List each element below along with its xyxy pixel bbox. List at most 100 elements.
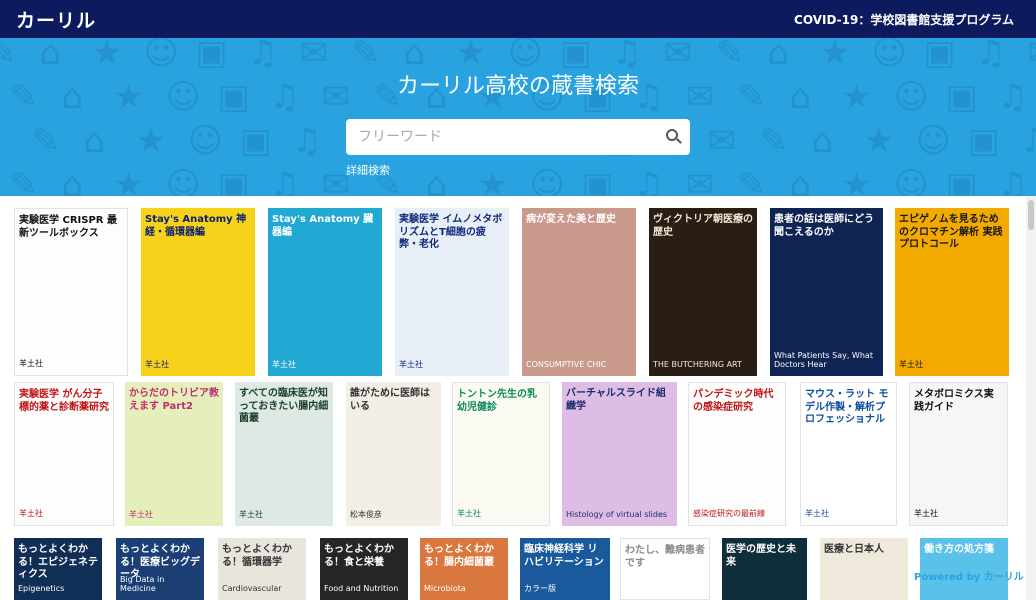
book-subtitle: 羊土社	[457, 509, 481, 519]
book-cover[interactable]: もっとよくわかる！腸内細菌叢 Microbiota	[420, 538, 508, 600]
book-title: 実験医学 がん分子標的薬と診断薬研究	[19, 389, 109, 413]
decorative-pattern-icon: ☺	[915, 121, 951, 161]
book-title: Stay's Anatomy 臓器編	[272, 214, 374, 238]
decorative-pattern-icon: ♫	[1019, 121, 1036, 161]
book-subtitle: THE BUTCHERING ART	[653, 360, 742, 370]
book-title: 働き方の処方箋	[924, 544, 994, 555]
book-cover[interactable]: バーチャルスライド組織学 Histology of virtual slides	[562, 382, 677, 526]
book-subtitle: What Patients Say, What Doctors Hear	[774, 350, 873, 370]
book-cover[interactable]: 臨床神経科学 リハビリテーション カラー版	[520, 538, 610, 600]
search-icon[interactable]	[666, 129, 678, 141]
book-title: すべての臨床医が知っておきたい腸内細菌叢	[239, 388, 329, 424]
decorative-pattern-icon: ☺	[893, 165, 929, 196]
book-subtitle: Food and Nutrition	[324, 584, 399, 594]
decorative-pattern-icon: ▣	[217, 165, 250, 196]
book-title: わたし、難病患者です	[625, 545, 705, 569]
book-cover[interactable]: もっとよくわかる！医療ビッグデータ Big Data in Medicine	[116, 538, 204, 600]
covid-program-link[interactable]: COVID-19：学校図書館支援プログラム	[794, 11, 1014, 28]
book-cover[interactable]: メタボロミクス実践ガイド 羊土社	[909, 382, 1008, 526]
book-cover[interactable]: トントン先生の乳幼児健診羊土社	[452, 382, 550, 526]
advanced-search-link[interactable]: 詳細検索	[346, 162, 390, 178]
book-cover[interactable]: 実験医学 がん分子標的薬と診断薬研究羊土社	[14, 382, 114, 526]
page-title: カーリル高校の蔵書検索	[396, 74, 639, 99]
search-box[interactable]	[346, 119, 690, 155]
book-subtitle: CONSUMPTIVE CHIC	[526, 360, 607, 370]
book-gallery: 実験医学 CRISPR 最新ツールボックス 羊土社 Stay's Anatomy 神…	[0, 196, 1026, 600]
decorative-pattern-icon: ⌂	[425, 165, 448, 196]
book-subtitle: 羊土社	[19, 359, 43, 369]
book-subtitle: 羊土社	[899, 360, 923, 370]
book-title: もっとよくわかる！循環器学	[222, 544, 292, 568]
decorative-pattern-icon: ▣	[239, 121, 272, 161]
book-cover[interactable]: 誰がために医師はいる松本俊彦	[346, 382, 441, 526]
calil-logo[interactable]: カーリル	[16, 6, 96, 33]
book-title: エピゲノムを見るためのクロマチン解析 実践プロトコール	[899, 214, 1003, 250]
decorative-pattern-icon: ✎	[737, 165, 767, 196]
decorative-pattern-icon: ⌂	[61, 165, 84, 196]
decorative-pattern-icon: ✎	[9, 165, 39, 196]
book-cover[interactable]: 医療と日本人	[820, 538, 908, 600]
book-title: パンデミック時代の感染症研究	[693, 389, 774, 413]
decorative-pattern-icon: ☺	[529, 165, 565, 196]
book-cover[interactable]: ヴィクトリア朝医療の歴史 THE BUTCHERING ART	[649, 208, 757, 376]
book-cover[interactable]: 患者の話は医師にどう聞こえるのか What Patients Say, What …	[770, 208, 883, 376]
book-cover[interactable]: 医学の歴史と未来	[722, 538, 807, 600]
book-title: Stay's Anatomy 神経・循環器編	[145, 214, 247, 238]
decorative-pattern-icon: ✎	[759, 121, 789, 161]
decorative-pattern-icon: ⌂	[789, 165, 812, 196]
book-cover[interactable]: もっとよくわかる！循環器学 Cardiovascular	[218, 538, 306, 600]
book-title: 医療と日本人	[824, 544, 884, 555]
book-cover[interactable]: 実験医学 イムノメタボリズムとT細胞の疲弊・老化羊土社	[395, 208, 509, 376]
book-title: 誰がために医師はいる	[350, 388, 430, 412]
book-title: からだのトリビア教えます Part2	[129, 388, 219, 412]
decorative-pattern-icon: ☺	[165, 165, 201, 196]
book-cover[interactable]: 病が変えた美と歴史 CONSUMPTIVE CHIC	[522, 208, 636, 376]
book-cover[interactable]: 実験医学 CRISPR 最新ツールボックス羊土社	[14, 208, 128, 376]
decorative-pattern-icon: ★	[113, 165, 144, 196]
decorative-pattern-icon: ▣	[945, 165, 978, 196]
book-title: もっとよくわかる！腸内細菌叢	[424, 544, 494, 568]
book-subtitle: 羊土社	[399, 360, 423, 370]
book-cover[interactable]: もっとよくわかる！エピジェネティクス Epigenetics	[14, 538, 102, 600]
decorative-pattern-icon: ▣	[581, 165, 614, 196]
book-title: もっとよくわかる！食と栄養	[324, 544, 394, 568]
book-subtitle: Cardiovascular	[222, 584, 282, 594]
book-subtitle: 松本俊彦	[350, 510, 382, 520]
decorative-pattern-icon: ★	[135, 121, 166, 161]
book-subtitle: Epigenetics	[18, 584, 65, 594]
decorative-pattern-icon: ★	[477, 165, 508, 196]
book-cover[interactable]: マウス・ラット モデル作製・解析プロフェッショナル羊土社	[800, 382, 897, 526]
search-input[interactable]	[346, 119, 646, 155]
book-title: トントン先生の乳幼児健診	[457, 389, 537, 413]
scrollbar[interactable]	[1026, 196, 1036, 600]
decorative-pattern-icon: ★	[863, 121, 894, 161]
decorative-pattern-icon: ⌂	[811, 121, 834, 161]
book-cover[interactable]: エピゲノムを見るためのクロマチン解析 実践プロトコール羊土社	[895, 208, 1009, 376]
book-cover[interactable]: すべての臨床医が知っておきたい腸内細菌叢羊土社	[235, 382, 333, 526]
decorative-pattern-icon: ♫	[997, 165, 1028, 196]
book-cover[interactable]: パンデミック時代の感染症研究感染症研究の最前線	[688, 382, 786, 526]
powered-by-badge[interactable]: Powered by カーリル	[914, 568, 1024, 583]
book-cover[interactable]: からだのトリビア教えます Part2 羊土社	[125, 382, 223, 526]
book-title: メタボロミクス実践ガイド	[914, 389, 994, 413]
book-subtitle: 羊土社	[805, 509, 829, 519]
scrollbar-thumb[interactable]	[1028, 200, 1034, 230]
book-cover[interactable]: Stay's Anatomy 臓器編羊土社	[268, 208, 382, 376]
book-cover[interactable]: わたし、難病患者です	[620, 538, 710, 600]
decorative-pattern-icon: ✉	[685, 165, 715, 196]
book-subtitle: 羊土社	[239, 510, 263, 520]
book-title: 患者の話は医師にどう聞こえるのか	[774, 214, 874, 238]
decorative-pattern-icon: ✉	[707, 121, 737, 161]
book-subtitle: 羊土社	[19, 509, 43, 519]
book-cover[interactable]: もっとよくわかる！食と栄養 Food and Nutrition	[320, 538, 408, 600]
book-subtitle: 感染症研究の最前線	[693, 509, 765, 519]
book-title: マウス・ラット モデル作製・解析プロフェッショナル	[805, 389, 889, 425]
decorative-pattern-icon: ♫	[269, 165, 300, 196]
decorative-pattern-icon: ♫	[633, 165, 664, 196]
book-subtitle: 羊土社	[272, 360, 296, 370]
book-title: 実験医学 CRISPR 最新ツールボックス	[19, 215, 117, 239]
decorative-pattern-icon: ▣	[967, 121, 1000, 161]
book-subtitle: Big Data in Medicine	[120, 574, 165, 594]
book-cover[interactable]: Stay's Anatomy 神経・循環器編 羊土社	[141, 208, 255, 376]
book-title: 実験医学 イムノメタボリズムとT細胞の疲弊・老化	[399, 214, 503, 250]
